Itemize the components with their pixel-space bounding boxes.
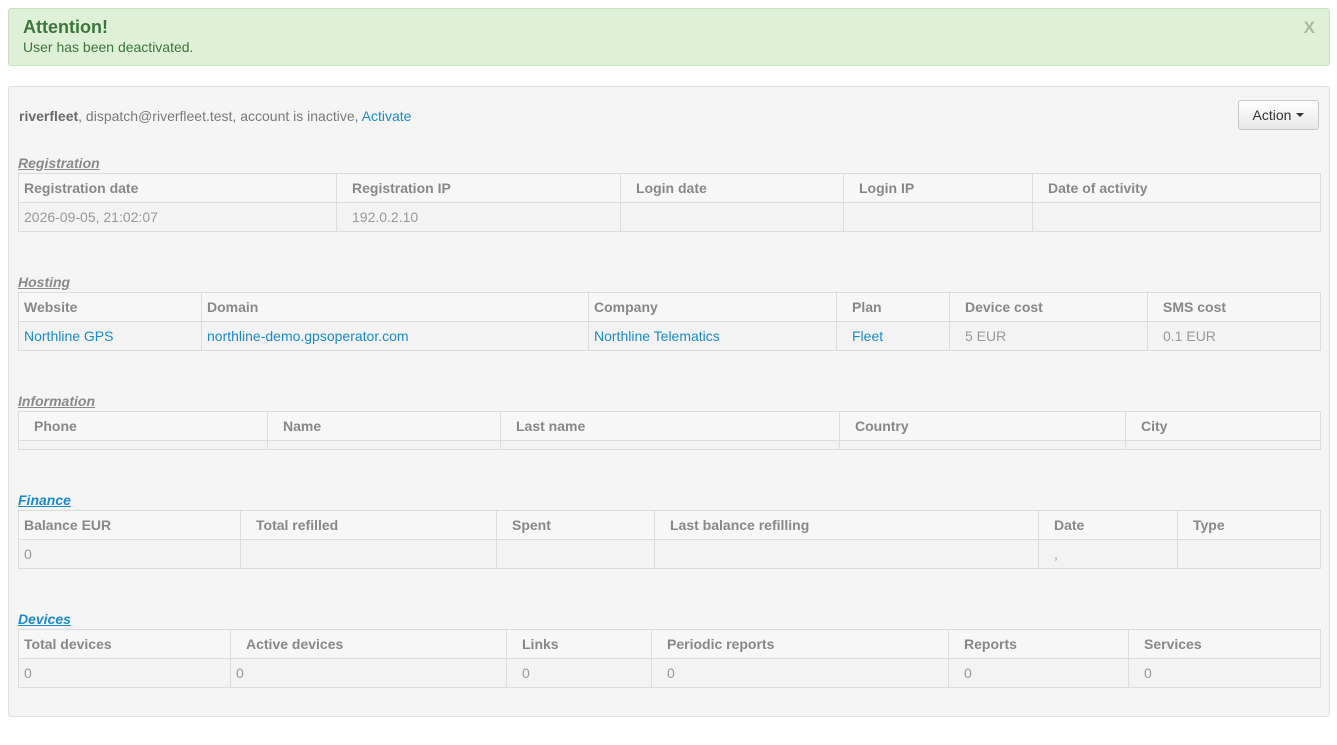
registration-section: Registration Registration date Registrat… (18, 154, 1321, 232)
column-header: Date (1038, 510, 1178, 540)
table-header-row: Phone Name Last name Country City (18, 411, 1321, 441)
column-header: Date of activity (1032, 173, 1321, 203)
plan-link-text[interactable]: Fleet (852, 328, 883, 344)
column-header: Last name (500, 411, 840, 441)
devices-title-link[interactable]: Devices (18, 610, 1320, 628)
table-cell (654, 539, 1039, 569)
table-header-row: Website Domain Company Plan Device cost … (18, 292, 1321, 322)
table-cell (267, 440, 501, 450)
column-header: Registration date (18, 173, 337, 203)
column-header: Phone (18, 411, 268, 441)
table-cell (18, 440, 268, 450)
column-header: Login IP (843, 173, 1033, 203)
table-header-row: Registration date Registration IP Login … (18, 173, 1321, 203)
column-header: Domain (201, 292, 589, 322)
table-cell: 0 (1128, 658, 1321, 688)
column-header: Plan (836, 292, 950, 322)
table-cell: 2026-09-05, 21:02:07 (18, 202, 337, 232)
table-cell: 0 (506, 658, 652, 688)
registration-title: Registration (18, 155, 100, 171)
column-header: Total devices (18, 629, 231, 659)
activate-link[interactable]: Activate (362, 108, 412, 124)
column-header: Spent (496, 510, 655, 540)
devices-section: Devices Total devices Active devices Lin… (18, 610, 1321, 688)
table-cell (1177, 539, 1321, 569)
column-header: Name (267, 411, 501, 441)
column-header: Last balance refilling (654, 510, 1039, 540)
table-cell (496, 539, 655, 569)
information-table: Phone Name Last name Country City (18, 411, 1321, 450)
table-cell: 0 (18, 539, 241, 569)
table-cell (240, 539, 497, 569)
table-cell: 0 (230, 658, 507, 688)
alert-message: User has been deactivated. (23, 39, 194, 55)
table-cell (500, 440, 840, 450)
table-row: 0 0 0 0 0 0 (18, 658, 1321, 688)
table-cell (839, 440, 1126, 450)
column-header: Login date (620, 173, 844, 203)
column-header: City (1125, 411, 1321, 441)
table-cell: 0 (948, 658, 1129, 688)
plan-link[interactable]: Fleet (836, 321, 950, 351)
user-summary: riverfleet, dispatch@riverfleet.test, ac… (19, 107, 411, 125)
column-header: Type (1177, 510, 1321, 540)
registration-table: Registration date Registration IP Login … (18, 173, 1321, 232)
company-link[interactable]: Northline Telematics (588, 321, 837, 351)
table-cell: 0.1 EUR (1147, 321, 1321, 351)
user-panel: riverfleet, dispatch@riverfleet.test, ac… (8, 86, 1330, 717)
table-row: Northline GPS northline-demo.gpsoperator… (18, 321, 1321, 351)
table-cell: 192.0.2.10 (336, 202, 621, 232)
table-row (18, 440, 1321, 450)
table-cell (843, 202, 1033, 232)
devices-table: Total devices Active devices Links Perio… (18, 629, 1321, 688)
column-header: Periodic reports (651, 629, 949, 659)
column-header: Website (18, 292, 202, 322)
column-header: Reports (948, 629, 1129, 659)
hosting-title: Hosting (18, 274, 71, 290)
table-row: 2026-09-05, 21:02:07 192.0.2.10 (18, 202, 1321, 232)
information-section: Information Phone Name Last name Country… (18, 392, 1321, 450)
table-header-row: Balance EUR Total refilled Spent Last ba… (18, 510, 1321, 540)
deactivation-alert: Attention! User has been deactivated. X (8, 8, 1330, 66)
finance-table: Balance EUR Total refilled Spent Last ba… (18, 510, 1321, 569)
domain-link[interactable]: northline-demo.gpsoperator.com (201, 321, 589, 351)
domain-link-text[interactable]: northline-demo.gpsoperator.com (207, 328, 409, 344)
column-header: SMS cost (1147, 292, 1321, 322)
alert-title: Attention! (23, 17, 108, 37)
finance-section: Finance Balance EUR Total refilled Spent… (18, 491, 1321, 569)
table-header-row: Total devices Active devices Links Perio… (18, 629, 1321, 659)
finance-title-link[interactable]: Finance (18, 491, 1320, 509)
hosting-section: Hosting Website Domain Company Plan Devi… (18, 273, 1321, 351)
company-link-text[interactable]: Northline Telematics (594, 328, 720, 344)
column-header: Device cost (949, 292, 1148, 322)
column-header: Country (839, 411, 1126, 441)
hosting-table: Website Domain Company Plan Device cost … (18, 292, 1321, 351)
user-details: , dispatch@riverfleet.test, account is i… (78, 108, 362, 124)
caret-down-icon (1296, 113, 1305, 117)
information-title: Information (18, 393, 95, 409)
column-header: Registration IP (336, 173, 621, 203)
table-row: 0 , (18, 539, 1321, 569)
action-dropdown-button[interactable]: Action (1238, 100, 1319, 130)
column-header: Links (506, 629, 652, 659)
column-header: Company (588, 292, 837, 322)
table-cell: 0 (651, 658, 949, 688)
column-header: Services (1128, 629, 1321, 659)
username: riverfleet (19, 108, 79, 124)
close-icon[interactable]: X (1304, 18, 1315, 38)
table-cell: 5 EUR (949, 321, 1148, 351)
column-header: Total refilled (240, 510, 497, 540)
table-cell (1125, 440, 1321, 450)
website-link-text[interactable]: Northline GPS (24, 328, 113, 344)
website-link[interactable]: Northline GPS (18, 321, 202, 351)
action-button-label: Action (1252, 107, 1292, 123)
table-cell: , (1038, 539, 1178, 569)
table-cell: 0 (18, 658, 231, 688)
table-cell (620, 202, 844, 232)
table-cell (1032, 202, 1321, 232)
column-header: Balance EUR (18, 510, 241, 540)
column-header: Active devices (230, 629, 507, 659)
